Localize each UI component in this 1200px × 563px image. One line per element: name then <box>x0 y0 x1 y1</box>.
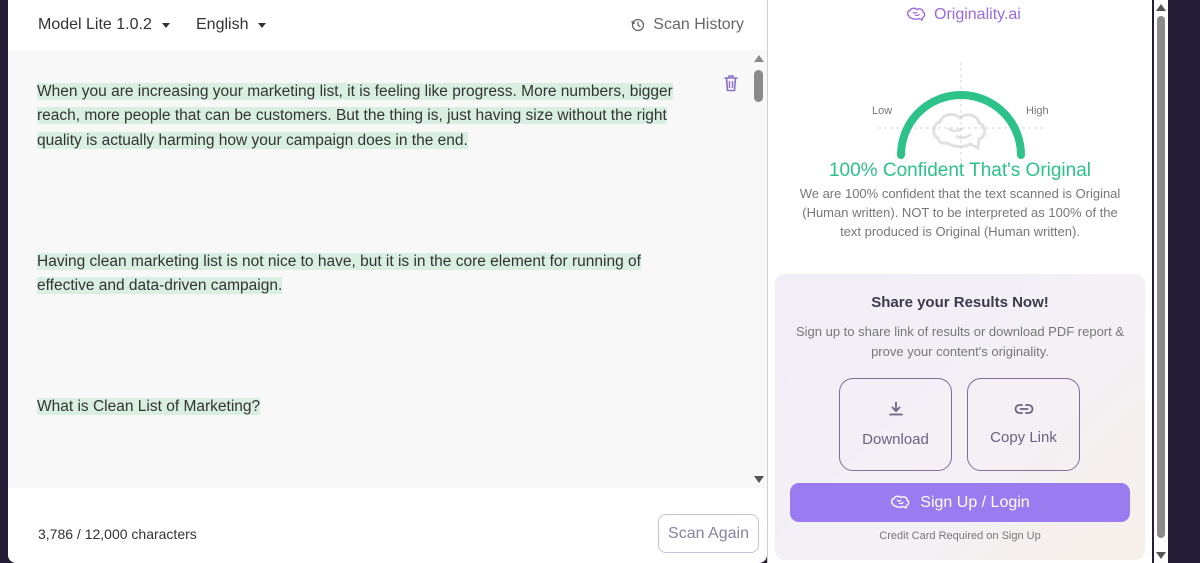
language-dropdown[interactable]: English <box>196 14 267 36</box>
text-editor[interactable]: When you are increasing your marketing l… <box>8 50 767 488</box>
copy-link-button[interactable]: Copy Link <box>967 378 1080 471</box>
editor-toolbar: Model Lite 1.0.2 English Scan History <box>8 0 767 50</box>
brain-watermark-icon <box>932 113 987 151</box>
page-scrollbar[interactable] <box>1152 0 1200 563</box>
trash-icon[interactable] <box>723 74 739 92</box>
scroll-up-arrow-icon[interactable] <box>754 55 764 62</box>
download-label: Download <box>862 431 929 448</box>
confidence-description: We are 100% confident that the text scan… <box>799 186 1121 239</box>
chevron-down-icon <box>258 22 267 28</box>
model-label: Model Lite 1.0.2 <box>38 16 152 33</box>
editor-footer: 3,786 / 12,000 characters Scan Again <box>8 488 767 563</box>
scrollbar-thumb[interactable] <box>1157 16 1165 538</box>
chevron-down-icon <box>161 22 170 28</box>
history-icon <box>631 18 645 32</box>
model-dropdown[interactable]: Model Lite 1.0.2 <box>38 14 170 36</box>
link-icon <box>1014 404 1033 414</box>
copy-link-label: Copy Link <box>990 429 1057 446</box>
download-button[interactable]: Download <box>839 378 952 471</box>
highlighted-text: Having clean marketing list is not nice … <box>37 253 641 295</box>
gauge-low-label: Low <box>872 105 893 117</box>
credit-card-note: Credit Card Required on Sign Up <box>879 530 1041 542</box>
scan-again-button[interactable]: Scan Again <box>658 514 759 553</box>
download-icon <box>888 401 903 416</box>
scrollbar-thumb[interactable] <box>754 70 763 102</box>
scan-history-button[interactable]: Scan History <box>631 14 744 36</box>
share-results-card: Share your Results Now! Sign up to share… <box>775 274 1145 560</box>
brain-icon <box>891 495 910 509</box>
confidence-title: 100% Confident That's Original <box>828 160 1092 181</box>
gauge-high-label: High <box>1026 105 1049 117</box>
brain-icon <box>906 7 926 22</box>
sign-up-login-label: Sign Up / Login <box>920 493 1030 511</box>
share-description: Sign up to share link of results or down… <box>795 324 1125 359</box>
paragraph: When you are increasing your marketing l… <box>37 80 687 153</box>
scroll-down-arrow-icon[interactable] <box>1156 552 1166 559</box>
highlighted-text: When you are increasing your marketing l… <box>37 83 673 149</box>
results-panel: Originality.ai Low High 100% Confident T… <box>768 0 1152 563</box>
brand-name: Originality.ai <box>934 6 1021 23</box>
brand-logo: Originality.ai <box>906 6 1021 24</box>
window-background <box>1168 0 1200 563</box>
scroll-down-arrow-icon[interactable] <box>754 476 764 483</box>
character-count: 3,786 / 12,000 characters <box>38 526 197 542</box>
paragraph: Having clean marketing list is not nice … <box>37 250 687 299</box>
highlighted-text: What is Clean List of Marketing? <box>37 398 261 415</box>
editor-panel: Model Lite 1.0.2 English Scan History Wh… <box>8 0 767 563</box>
language-label: English <box>196 16 249 33</box>
share-title: Share your Results Now! <box>871 294 1049 311</box>
paragraph: What is Clean List of Marketing? <box>37 395 261 419</box>
editor-scrollbar[interactable] <box>753 55 765 483</box>
scroll-up-arrow-icon[interactable] <box>1156 4 1166 11</box>
sign-up-login-button[interactable]: Sign Up / Login <box>790 483 1130 522</box>
scan-history-label: Scan History <box>653 16 744 33</box>
